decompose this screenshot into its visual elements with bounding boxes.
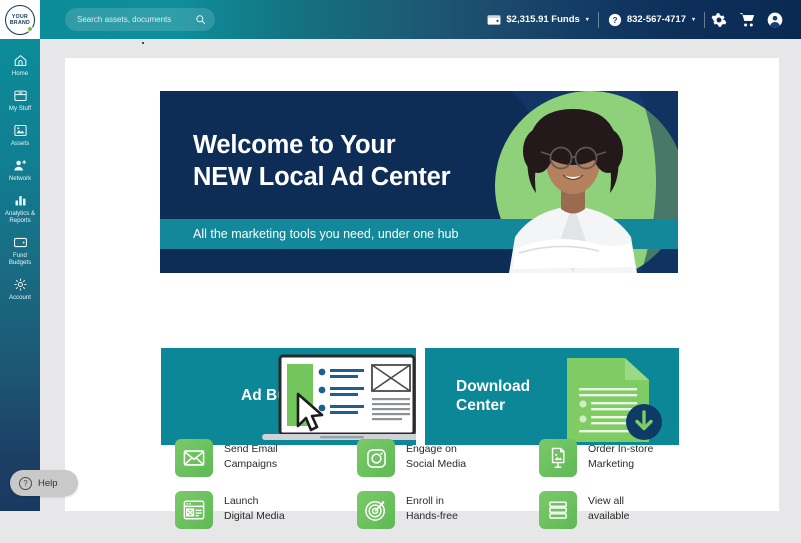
question-mark-icon: ? <box>19 477 32 490</box>
quick-link-launch-digital-media[interactable]: Launch Digital Media <box>175 491 351 543</box>
sidebar-item-account[interactable]: Account <box>0 272 40 307</box>
sidebar-nav: Home My Stuff Assets Network Analytics &… <box>0 39 40 511</box>
quick-link-label: Launch Digital Media <box>224 491 285 524</box>
chevron-down-icon: ▾ <box>692 16 695 23</box>
stacked-layers-icon <box>547 500 569 520</box>
folder-icon <box>13 88 28 103</box>
funds-menu[interactable]: $2,315.91 Funds ▾ <box>478 0 597 39</box>
quick-link-enroll-in-hands-free[interactable]: Enroll in Hands-free <box>357 491 533 543</box>
quick-link-label: View all available <box>588 491 629 524</box>
sidebar-item-label: Analytics & Reports <box>2 210 38 224</box>
quick-link-tile <box>539 491 577 529</box>
card-download-center[interactable]: Download Center <box>425 348 679 445</box>
hero-banner: Welcome to Your NEW Local Ad Center All … <box>160 91 678 273</box>
search-input[interactable] <box>77 15 195 24</box>
top-bar-right-cluster: $2,315.91 Funds ▾ ? 832-567-4717 ▾ <box>478 0 801 39</box>
logo-accent-dot <box>27 26 33 32</box>
people-add-icon <box>13 158 28 173</box>
page-artifact-dot <box>142 42 144 44</box>
quick-link-tile <box>539 439 577 477</box>
target-dart-icon <box>365 499 387 521</box>
help-chat-icon: ? <box>608 13 622 27</box>
help-button[interactable]: ? Help <box>10 470 78 496</box>
card-title: Download Center <box>456 377 530 415</box>
bar-chart-icon <box>13 193 28 208</box>
logo-mark: YOUR BRAND <box>5 5 35 35</box>
sidebar-item-analytics-reports[interactable]: Analytics & Reports <box>0 188 40 230</box>
digital-media-banner-icon <box>183 500 205 520</box>
in-store-signage-icon <box>548 447 568 469</box>
camera-social-icon <box>366 448 387 469</box>
search-icon[interactable] <box>195 14 206 25</box>
download-document-icon <box>549 356 667 444</box>
account-button[interactable] <box>761 0 789 39</box>
sidebar-item-assets[interactable]: Assets <box>0 118 40 153</box>
svg-text:?: ? <box>612 15 617 24</box>
quick-link-label: Engage on Social Media <box>406 439 466 472</box>
quick-link-order-in-store-marketing[interactable]: Order In-store Marketing <box>539 439 715 491</box>
wallet-icon <box>487 14 501 26</box>
chevron-down-icon: ▾ <box>586 16 589 23</box>
content-panel: Welcome to Your NEW Local Ad Center All … <box>65 58 779 511</box>
sidebar-item-fund-budgets[interactable]: Fund Budgets <box>0 230 40 272</box>
quick-link-label: Order In-store Marketing <box>588 439 653 472</box>
quick-link-tile <box>357 439 395 477</box>
sidebar-item-network[interactable]: Network <box>0 153 40 188</box>
hero-heading: Welcome to Your NEW Local Ad Center <box>193 129 450 193</box>
gear-icon <box>13 277 28 292</box>
cart-icon <box>739 12 756 27</box>
page-area: Welcome to Your NEW Local Ad Center All … <box>40 39 801 511</box>
phone-label: 832-567-4717 <box>627 14 686 25</box>
support-phone-menu[interactable]: ? 832-567-4717 ▾ <box>599 0 704 39</box>
hero-portrait-photo <box>475 91 670 273</box>
sidebar-item-label: Assets <box>11 140 29 147</box>
image-asset-icon <box>13 123 28 138</box>
sidebar-item-label: My Stuff <box>9 105 31 112</box>
gear-icon <box>711 12 727 28</box>
card-ad-building[interactable]: Ad Building <box>161 348 416 445</box>
help-label: Help <box>38 478 58 489</box>
laptop-ad-builder-icon <box>262 354 416 444</box>
sidebar-item-label: Fund Budgets <box>2 252 38 266</box>
logo-line-2: BRAND <box>10 20 30 26</box>
quick-link-tile <box>175 491 213 529</box>
global-search[interactable] <box>65 8 215 31</box>
settings-button[interactable] <box>705 0 733 39</box>
sidebar-item-label: Account <box>9 294 31 301</box>
quick-link-send-email-campaigns[interactable]: Send Email Campaigns <box>175 439 351 491</box>
hero-subheading: All the marketing tools you need, under … <box>193 219 458 249</box>
quick-link-tile <box>175 439 213 477</box>
quick-links-grid: Send Email Campaigns Engage on Social Me… <box>175 439 715 543</box>
brand-logo[interactable]: YOUR BRAND <box>0 0 40 39</box>
quick-link-view-all-available[interactable]: View all available <box>539 491 715 543</box>
sidebar-item-home[interactable]: Home <box>0 48 40 83</box>
sidebar-item-label: Home <box>12 70 28 77</box>
quick-link-engage-on-social-media[interactable]: Engage on Social Media <box>357 439 533 491</box>
funds-label: $2,315.91 Funds <box>506 14 579 25</box>
quick-link-tile <box>357 491 395 529</box>
user-avatar-icon <box>767 12 783 28</box>
sidebar-item-label: Network <box>9 175 31 182</box>
sidebar-item-my-stuff[interactable]: My Stuff <box>0 83 40 118</box>
cart-button[interactable] <box>733 0 761 39</box>
envelope-icon <box>183 450 205 466</box>
home-icon <box>13 53 28 68</box>
wallet-icon <box>13 235 28 250</box>
quick-link-label: Send Email Campaigns <box>224 439 278 472</box>
quick-link-label: Enroll in Hands-free <box>406 491 458 524</box>
top-bar: YOUR BRAND $2,315.91 Funds ▾ ? 83 <box>0 0 801 39</box>
